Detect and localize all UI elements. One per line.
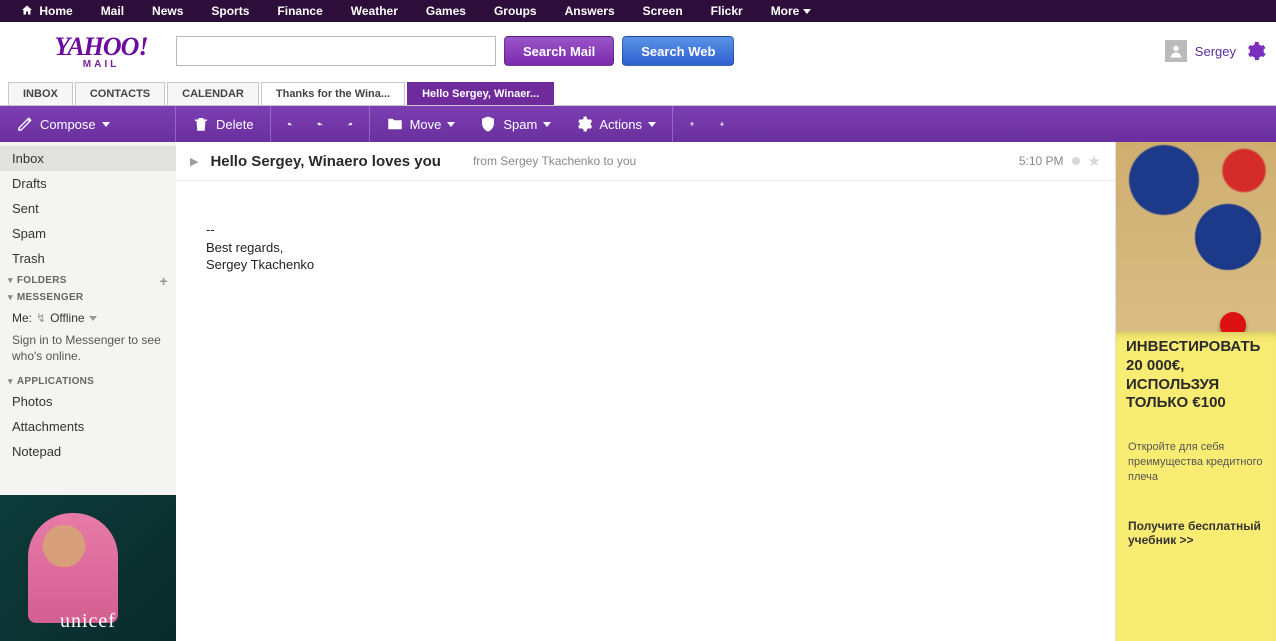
presence-icon: ↯ (36, 311, 46, 325)
nav-screen[interactable]: Screen (629, 0, 697, 22)
nav-news[interactable]: News (138, 0, 197, 22)
star-icon[interactable]: ★ (1088, 152, 1101, 170)
message-pane: ▶ Hello Sergey, Winaero loves you from S… (176, 142, 1116, 641)
nav-groups[interactable]: Groups (480, 0, 551, 22)
compose-icon (16, 115, 34, 133)
folder-drafts[interactable]: Drafts (0, 171, 176, 196)
toolbar: Compose Delete Move Spam Actions (0, 106, 1276, 142)
main: Inbox Drafts Sent Spam Trash ▾ FOLDERS +… (0, 142, 1276, 641)
shield-icon (479, 115, 497, 133)
spam-button[interactable]: Spam (473, 111, 557, 137)
message-from: from Sergey Tkachenko to you (473, 154, 636, 168)
ad-headline: ИНВЕСТИРОВАТЬ 20 000€, ИСПОЛЬЗУЯ ТОЛЬКО … (1126, 338, 1266, 413)
nav-flickr[interactable]: Flickr (697, 0, 757, 22)
nav-finance[interactable]: Finance (263, 0, 336, 22)
nav-games[interactable]: Games (412, 0, 480, 22)
ad-subtext: Откройте для себя преимущества кредитног… (1128, 440, 1264, 485)
collapse-icon: ▾ (8, 275, 13, 286)
folders-heading[interactable]: ▾ FOLDERS + (0, 271, 176, 288)
messenger-heading[interactable]: ▾ MESSENGER (0, 288, 176, 305)
search-row: Search Mail Search Web (176, 36, 734, 66)
body-line: -- (206, 221, 1085, 239)
sidebar: Inbox Drafts Sent Spam Trash ▾ FOLDERS +… (0, 142, 176, 641)
folder-inbox[interactable]: Inbox (0, 146, 176, 171)
message-meta: 5:10 PM ★ (1019, 152, 1101, 170)
search-input[interactable] (176, 36, 496, 66)
person-icon (1168, 43, 1184, 59)
gear-icon[interactable] (1244, 40, 1266, 62)
ad-image (1116, 142, 1276, 332)
caret-icon (102, 122, 110, 127)
folder-move-icon (386, 115, 404, 133)
compose-button[interactable]: Compose (10, 111, 116, 137)
messenger-signin-note[interactable]: Sign in to Messenger to see who's online… (0, 331, 176, 372)
chevron-down-icon (803, 9, 811, 14)
ad-cta[interactable]: Получите бесплатный учебник >> (1128, 519, 1264, 547)
message-body: -- Best regards, Sergey Tkachenko (176, 181, 1115, 314)
search-mail-button[interactable]: Search Mail (504, 36, 614, 66)
folder-spam[interactable]: Spam (0, 221, 176, 246)
sidebar-ad[interactable]: unicef (0, 495, 176, 641)
right-ad[interactable]: Откройте для себя преимущества кредитног… (1116, 142, 1276, 641)
actions-button[interactable]: Actions (569, 111, 662, 137)
tab-calendar[interactable]: CALENDAR (167, 82, 259, 105)
body-line: Best regards, (206, 239, 1085, 257)
global-nav: Home Mail News Sports Finance Weather Ga… (0, 0, 1276, 22)
body-line: Sergey Tkachenko (206, 256, 1085, 274)
tab-bar: INBOX CONTACTS CALENDAR Thanks for the W… (0, 80, 1276, 106)
applications-heading[interactable]: ▾ APPLICATIONS (0, 372, 176, 389)
reply-all-button[interactable] (311, 115, 329, 133)
add-folder-button[interactable]: + (160, 276, 168, 286)
unread-dot-icon[interactable] (1072, 157, 1080, 165)
messenger-status[interactable]: Me: ↯ Offline (0, 305, 176, 331)
caret-icon (648, 122, 656, 127)
tab-contacts[interactable]: CONTACTS (75, 82, 165, 105)
tab-message-active[interactable]: Hello Sergey, Winaer... (407, 82, 554, 105)
expand-icon[interactable]: ▶ (190, 155, 198, 168)
message-time: 5:10 PM (1019, 154, 1064, 168)
nav-mail[interactable]: Mail (87, 0, 138, 22)
move-button[interactable]: Move (380, 111, 462, 137)
collapse-icon: ▾ (8, 292, 13, 303)
folder-list: Inbox Drafts Sent Spam Trash (0, 142, 176, 271)
collapse-icon: ▾ (8, 376, 13, 387)
next-message-button[interactable] (713, 115, 731, 133)
user-area: Sergey (1165, 40, 1266, 62)
ad-brand: unicef (0, 610, 176, 633)
avatar[interactable] (1165, 40, 1187, 62)
nav-home[interactable]: Home (6, 0, 87, 22)
reply-button[interactable] (281, 115, 299, 133)
caret-icon (89, 316, 97, 321)
message-header: ▶ Hello Sergey, Winaero loves you from S… (176, 142, 1115, 181)
app-photos[interactable]: Photos (0, 389, 176, 414)
folder-sent[interactable]: Sent (0, 196, 176, 221)
search-web-button[interactable]: Search Web (622, 36, 734, 66)
logo-brand: YAHOO! (36, 32, 166, 62)
caret-icon (543, 122, 551, 127)
message-subject: Hello Sergey, Winaero loves you (210, 153, 441, 170)
caret-icon (447, 122, 455, 127)
app-notepad[interactable]: Notepad (0, 439, 176, 464)
ad-image (28, 513, 118, 623)
prev-message-button[interactable] (683, 115, 701, 133)
forward-button[interactable] (341, 115, 359, 133)
nav-weather[interactable]: Weather (337, 0, 412, 22)
nav-answers[interactable]: Answers (551, 0, 629, 22)
header: YAHOO! MAIL Search Mail Search Web Serge… (0, 22, 1276, 80)
tab-inbox[interactable]: INBOX (8, 82, 73, 105)
gear-small-icon (575, 115, 593, 133)
app-list: Photos Attachments Notepad (0, 389, 176, 464)
nav-more[interactable]: More (757, 0, 826, 22)
nav-sports[interactable]: Sports (197, 0, 263, 22)
home-icon (20, 4, 34, 16)
logo[interactable]: YAHOO! MAIL (36, 32, 166, 70)
app-attachments[interactable]: Attachments (0, 414, 176, 439)
user-name[interactable]: Sergey (1195, 44, 1236, 59)
trash-icon (192, 115, 210, 133)
delete-button[interactable]: Delete (186, 111, 260, 137)
folder-trash[interactable]: Trash (0, 246, 176, 271)
tab-message-1[interactable]: Thanks for the Wina... (261, 82, 405, 105)
